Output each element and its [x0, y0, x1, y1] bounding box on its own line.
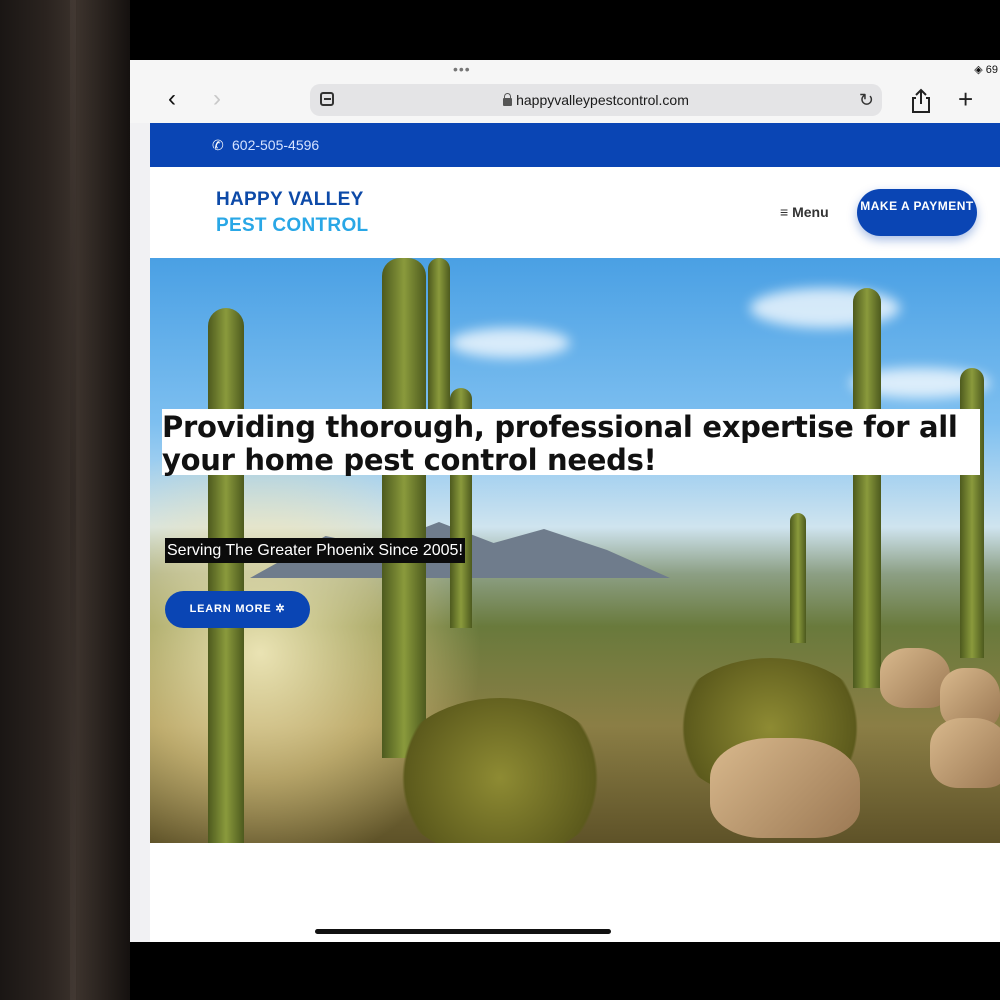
- url-text: happyvalleypestcontrol.com: [516, 92, 689, 108]
- tabs-icon[interactable]: [320, 92, 334, 106]
- cloud: [450, 328, 570, 358]
- learn-more-label: LEARN MORE: [189, 603, 272, 615]
- headline-line-2: your home pest control needs!: [162, 443, 657, 477]
- address-bar[interactable]: happyvalleypestcontrol.com ↻: [310, 84, 882, 116]
- saguaro-cactus: [853, 288, 881, 688]
- status-indicators: ◈ 69: [974, 64, 998, 76]
- make-payment-button[interactable]: MAKE A PAYMENT: [857, 189, 977, 236]
- tablet-screen: ••• ◈ 69 ‹ › happyvalleypestcontrol.com …: [130, 60, 1000, 942]
- phone-link[interactable]: ✆ 602-505-4596: [212, 123, 319, 167]
- forward-icon[interactable]: ›: [205, 86, 229, 114]
- menu-label: Menu: [792, 204, 829, 220]
- multitasking-handle[interactable]: •••: [453, 62, 471, 76]
- hamburger-icon: ≡: [780, 204, 793, 220]
- contact-bar: ✆ 602-505-4596: [150, 123, 1000, 167]
- hero-section: Providing thorough, professional experti…: [150, 258, 1000, 843]
- hero-tagline: Serving The Greater Phoenix Since 2005!: [165, 538, 465, 563]
- desert-brush: [390, 698, 610, 843]
- make-payment-label: MAKE A PAYMENT: [860, 199, 974, 213]
- phone-icon: ✆: [212, 137, 224, 153]
- bug-icon: ✲: [275, 603, 286, 615]
- logo-line-2[interactable]: PEST CONTROL: [216, 215, 368, 237]
- back-icon[interactable]: ‹: [160, 86, 184, 114]
- boulder: [930, 718, 1000, 788]
- tablet-bezel-top: [130, 0, 1000, 60]
- hero-headline: Providing thorough, professional experti…: [162, 409, 980, 477]
- headline-line-1: Providing thorough, professional experti…: [162, 410, 958, 444]
- menu-button[interactable]: ≡ Menu: [780, 204, 829, 220]
- site-header: HAPPY VALLEY PEST CONTROL ≡ Menu MAKE A …: [150, 167, 1000, 258]
- learn-more-button[interactable]: LEARN MORE ✲: [165, 591, 310, 628]
- saguaro-cactus: [382, 258, 426, 758]
- browser-toolbar: ••• ◈ 69 ‹ › happyvalleypestcontrol.com …: [130, 60, 1000, 123]
- lock-icon: [503, 93, 513, 106]
- share-icon[interactable]: [910, 88, 932, 114]
- boulder: [710, 738, 860, 838]
- home-indicator[interactable]: [315, 929, 611, 934]
- plus-icon[interactable]: +: [958, 84, 973, 114]
- saguaro-cactus: [428, 258, 450, 418]
- photo-surround: [0, 0, 130, 1000]
- saguaro-cactus: [790, 513, 806, 643]
- url-display[interactable]: happyvalleypestcontrol.com: [310, 84, 882, 116]
- logo-line-1[interactable]: HAPPY VALLEY: [216, 189, 364, 211]
- phone-number: 602-505-4596: [232, 137, 320, 153]
- tablet-bezel-bottom: [130, 942, 1000, 1000]
- saguaro-cactus: [208, 308, 244, 843]
- reload-icon[interactable]: ↻: [859, 88, 874, 112]
- sidebar-edge: [130, 123, 150, 942]
